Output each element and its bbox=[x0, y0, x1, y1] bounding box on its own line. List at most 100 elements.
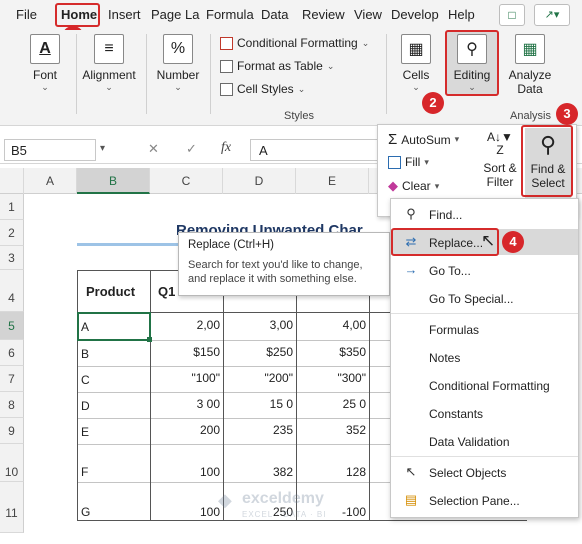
tab-help[interactable]: Help bbox=[448, 7, 475, 22]
column-header-c[interactable]: C bbox=[150, 168, 223, 194]
menu-item-go-to-special[interactable]: Go To Special... bbox=[391, 285, 578, 311]
menu-item-label: Conditional Formatting bbox=[429, 379, 550, 393]
name-box[interactable]: B5 bbox=[4, 139, 96, 161]
menu-separator bbox=[391, 313, 578, 314]
menu-item-label: Select Objects bbox=[429, 466, 507, 480]
number-button[interactable]: % Number ⌄ bbox=[150, 34, 206, 93]
column-header-a[interactable]: A bbox=[24, 168, 77, 194]
menu-item-select-objects[interactable]: ↖ Select Objects bbox=[391, 459, 578, 485]
namebox-chevron-icon[interactable]: ▾ bbox=[100, 143, 105, 154]
fill-handle[interactable] bbox=[147, 337, 152, 342]
row-header[interactable]: 9 bbox=[0, 418, 24, 444]
row-header[interactable]: 1 bbox=[0, 194, 24, 220]
q2-cell[interactable]: 3,00 bbox=[223, 318, 293, 332]
fill-button[interactable]: Fill ▾ bbox=[388, 155, 429, 169]
cells-button[interactable]: ▦ Cells ⌄ bbox=[394, 34, 438, 93]
analyze-data-button[interactable]: ▦ Analyze Data bbox=[506, 34, 554, 96]
q3-cell[interactable]: 4,00 bbox=[296, 318, 366, 332]
font-button[interactable]: A Font ⌄ bbox=[20, 34, 70, 93]
conditional-formatting-button[interactable]: Conditional Formatting ⌄ bbox=[220, 36, 369, 50]
product-cell[interactable]: E bbox=[81, 425, 89, 439]
product-cell[interactable]: A bbox=[81, 320, 89, 334]
q3-cell[interactable]: 25 0 bbox=[296, 397, 366, 411]
header-q1[interactable]: Q1 bbox=[158, 284, 175, 299]
chevron-down-icon: ⌄ bbox=[361, 37, 370, 48]
comments-icon[interactable]: □ bbox=[499, 4, 525, 26]
q1-cell[interactable]: "100" bbox=[150, 371, 220, 385]
row-header[interactable]: 11 bbox=[0, 482, 24, 533]
header-product[interactable]: Product bbox=[86, 284, 135, 299]
row-header[interactable]: 7 bbox=[0, 366, 24, 392]
product-cell[interactable]: G bbox=[81, 505, 90, 519]
format-as-table-button[interactable]: Format as Table ⌄ bbox=[220, 59, 334, 73]
fx-label[interactable]: fx bbox=[221, 140, 231, 156]
menu-item-find[interactable]: ⚲ Find... bbox=[391, 201, 578, 227]
share-icon[interactable]: ↗▾ bbox=[534, 4, 570, 26]
cancel-icon[interactable]: ✕ bbox=[148, 141, 159, 157]
product-cell[interactable]: F bbox=[81, 465, 88, 479]
step-badge-3: 3 bbox=[556, 103, 578, 125]
clear-button[interactable]: ◆ Clear ▾ bbox=[388, 178, 439, 194]
q1-cell[interactable]: 2,00 bbox=[150, 318, 220, 332]
row-header[interactable]: 8 bbox=[0, 392, 24, 418]
menu-item-selection-pane[interactable]: ▤ Selection Pane... bbox=[391, 487, 578, 513]
alignment-label: Alignment bbox=[82, 68, 136, 82]
divider bbox=[210, 34, 211, 114]
column-header-d[interactable]: D bbox=[223, 168, 296, 194]
row-header[interactable]: 3 bbox=[0, 246, 24, 270]
tab-developer[interactable]: Develop bbox=[391, 7, 439, 22]
q1-cell[interactable]: 3 00 bbox=[150, 397, 220, 411]
q3-cell[interactable]: "300" bbox=[296, 371, 366, 385]
autosum-button[interactable]: Σ AutoSum ▾ bbox=[388, 131, 459, 148]
q1-cell[interactable]: $150 bbox=[150, 345, 220, 359]
sort-filter-button[interactable]: A↓▼ Z Sort & Filter bbox=[478, 131, 522, 190]
q3-cell[interactable]: 128 bbox=[296, 465, 366, 479]
q2-cell[interactable]: $250 bbox=[223, 345, 293, 359]
alignment-button[interactable]: ≡ Alignment ⌄ bbox=[76, 34, 142, 93]
q1-cell[interactable]: 200 bbox=[150, 423, 220, 437]
product-cell[interactable]: D bbox=[81, 399, 90, 413]
formula-input[interactable]: A bbox=[250, 139, 380, 161]
row-header[interactable]: 10 bbox=[0, 444, 24, 482]
q3-cell[interactable]: 352 bbox=[296, 423, 366, 437]
row-header[interactable]: 2 bbox=[0, 220, 24, 246]
row-header[interactable]: 4 bbox=[0, 270, 24, 312]
menu-item-go-to[interactable]: → Go To... bbox=[391, 257, 578, 283]
select-all-corner[interactable] bbox=[0, 168, 24, 194]
tab-review[interactable]: Review bbox=[302, 7, 345, 22]
cell-styles-button[interactable]: Cell Styles ⌄ bbox=[220, 82, 305, 96]
menu-item-constants[interactable]: Constants bbox=[391, 400, 578, 426]
menu-item-notes[interactable]: Notes bbox=[391, 344, 578, 370]
enter-icon[interactable]: ✓ bbox=[186, 141, 197, 157]
table-border bbox=[150, 270, 151, 521]
table-border bbox=[77, 270, 78, 521]
tab-data[interactable]: Data bbox=[261, 7, 288, 22]
menu-item-label: Selection Pane... bbox=[429, 494, 520, 508]
menu-item-formulas[interactable]: Formulas bbox=[391, 316, 578, 342]
q3-cell[interactable]: $350 bbox=[296, 345, 366, 359]
product-cell[interactable]: B bbox=[81, 347, 89, 361]
q2-cell[interactable]: 235 bbox=[223, 423, 293, 437]
eraser-icon: ◆ bbox=[388, 178, 398, 193]
q2-cell[interactable]: "200" bbox=[223, 371, 293, 385]
column-header-e[interactable]: E bbox=[296, 168, 369, 194]
format-as-table-label: Format as Table bbox=[237, 59, 323, 73]
tab-page-layout[interactable]: Page La bbox=[151, 7, 199, 22]
q1-cell[interactable]: 100 bbox=[150, 465, 220, 479]
menu-item-conditional-formatting[interactable]: Conditional Formatting bbox=[391, 372, 578, 398]
q2-cell[interactable]: 15 0 bbox=[223, 397, 293, 411]
q2-cell[interactable]: 382 bbox=[223, 465, 293, 479]
row-header[interactable]: 5 bbox=[0, 312, 24, 340]
tab-insert[interactable]: Insert bbox=[108, 7, 141, 22]
tab-view[interactable]: View bbox=[354, 7, 382, 22]
tab-file[interactable]: File bbox=[16, 7, 37, 22]
row-header[interactable]: 6 bbox=[0, 340, 24, 366]
q1-cell[interactable]: 100 bbox=[150, 505, 220, 519]
menu-item-data-validation[interactable]: Data Validation bbox=[391, 428, 578, 454]
home-tab-highlight bbox=[55, 3, 100, 27]
menu-item-label: Formulas bbox=[429, 323, 480, 337]
tab-formulas[interactable]: Formula bbox=[206, 7, 254, 22]
column-header-b[interactable]: B bbox=[77, 168, 150, 194]
cell-styles-label: Cell Styles bbox=[237, 82, 294, 96]
product-cell[interactable]: C bbox=[81, 373, 90, 387]
